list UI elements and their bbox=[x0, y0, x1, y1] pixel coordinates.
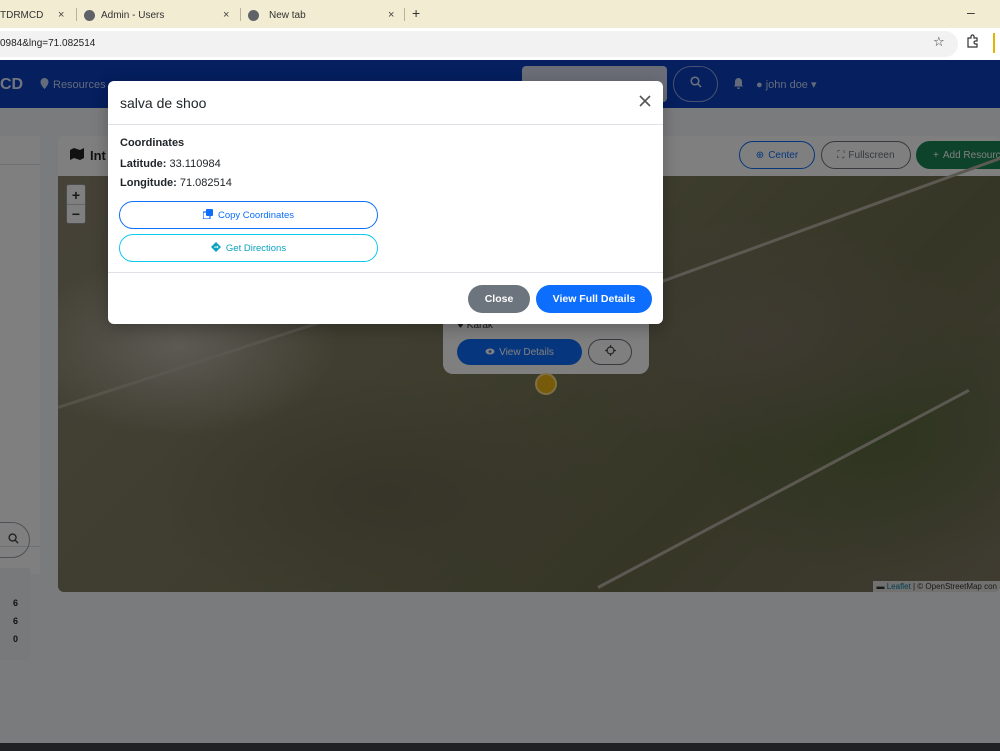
modal-body: Coordinates Latitude: 33.110984 Longitud… bbox=[108, 125, 663, 272]
modal-footer: Close View Full Details bbox=[108, 272, 663, 324]
copy-coordinates-button[interactable]: Copy Coordinates bbox=[119, 201, 378, 229]
url-text: 0984&lng=71.082514 bbox=[0, 38, 96, 49]
chrome-icon bbox=[248, 9, 259, 21]
modal-header: salva de shoo bbox=[108, 81, 663, 125]
latitude-value: 33.110984 bbox=[169, 158, 221, 170]
tab-title: New tab bbox=[269, 9, 306, 21]
new-tab-button[interactable]: + bbox=[412, 5, 420, 21]
puzzle-icon[interactable] bbox=[966, 34, 980, 51]
coordinates-heading: Coordinates bbox=[120, 137, 185, 149]
copy-label: Copy Coordinates bbox=[217, 209, 295, 221]
url-field[interactable]: 0984&lng=71.082514 bbox=[0, 31, 958, 57]
resource-location-modal: salva de shoo Coordinates Latitude: 33.1… bbox=[108, 81, 663, 324]
minimize-button[interactable]: – bbox=[967, 4, 975, 20]
view-full-details-button[interactable]: View Full Details bbox=[536, 285, 652, 313]
longitude-value: 71.082514 bbox=[179, 177, 232, 189]
close-button[interactable]: Close bbox=[468, 285, 530, 313]
directions-label: Get Directions bbox=[225, 242, 287, 254]
tab-close-icon[interactable]: × bbox=[223, 9, 229, 21]
tab-separator bbox=[240, 8, 241, 21]
latitude-label: Latitude: bbox=[120, 158, 167, 170]
browser-tab-bar: TDRMCD × Admin - Users × New tab × + – bbox=[0, 0, 1000, 28]
tab-separator bbox=[76, 8, 77, 21]
address-bar: 0984&lng=71.082514 ☆ bbox=[0, 28, 1000, 60]
modal-title: salva de shoo bbox=[120, 95, 207, 111]
taskbar bbox=[0, 743, 1000, 751]
star-icon[interactable]: ☆ bbox=[933, 34, 945, 50]
latitude-row: Latitude: 33.110984 bbox=[120, 158, 221, 170]
longitude-row: Longitude: 71.082514 bbox=[120, 177, 232, 189]
tab-separator bbox=[404, 8, 405, 21]
tab-new-tab[interactable]: New tab × bbox=[248, 4, 400, 26]
tab-title: Admin - Users bbox=[101, 9, 165, 21]
get-directions-button[interactable]: Get Directions bbox=[119, 234, 378, 262]
close-icon[interactable] bbox=[638, 94, 654, 110]
profile-edge bbox=[993, 33, 995, 53]
tab-close-icon[interactable]: × bbox=[388, 9, 394, 21]
longitude-label: Longitude: bbox=[120, 177, 177, 189]
tab-title: TDRMCD bbox=[0, 9, 44, 21]
globe-icon bbox=[84, 9, 95, 21]
tab-tdrmcd[interactable]: TDRMCD × bbox=[0, 4, 75, 26]
tab-admin-users[interactable]: Admin - Users × bbox=[84, 4, 234, 26]
directions-icon bbox=[210, 241, 221, 255]
copy-icon bbox=[202, 208, 213, 222]
tab-close-icon[interactable]: × bbox=[58, 9, 64, 21]
